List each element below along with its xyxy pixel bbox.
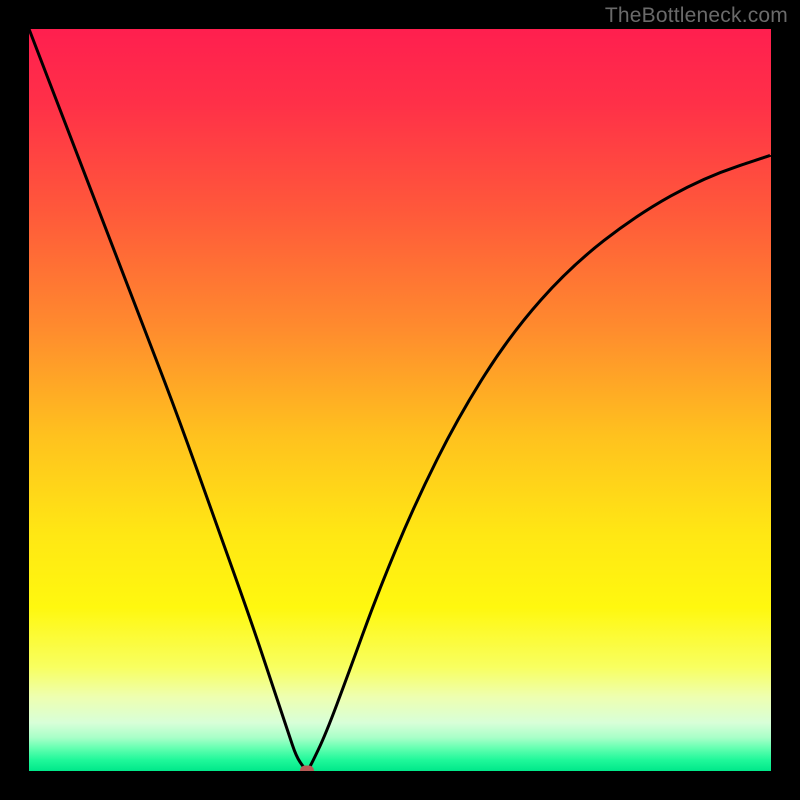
gradient-background (29, 29, 771, 771)
plot-area (29, 29, 771, 771)
chart-svg (29, 29, 771, 771)
chart-frame: TheBottleneck.com (0, 0, 800, 800)
optimal-point-marker (300, 766, 314, 772)
watermark-text: TheBottleneck.com (605, 4, 788, 28)
